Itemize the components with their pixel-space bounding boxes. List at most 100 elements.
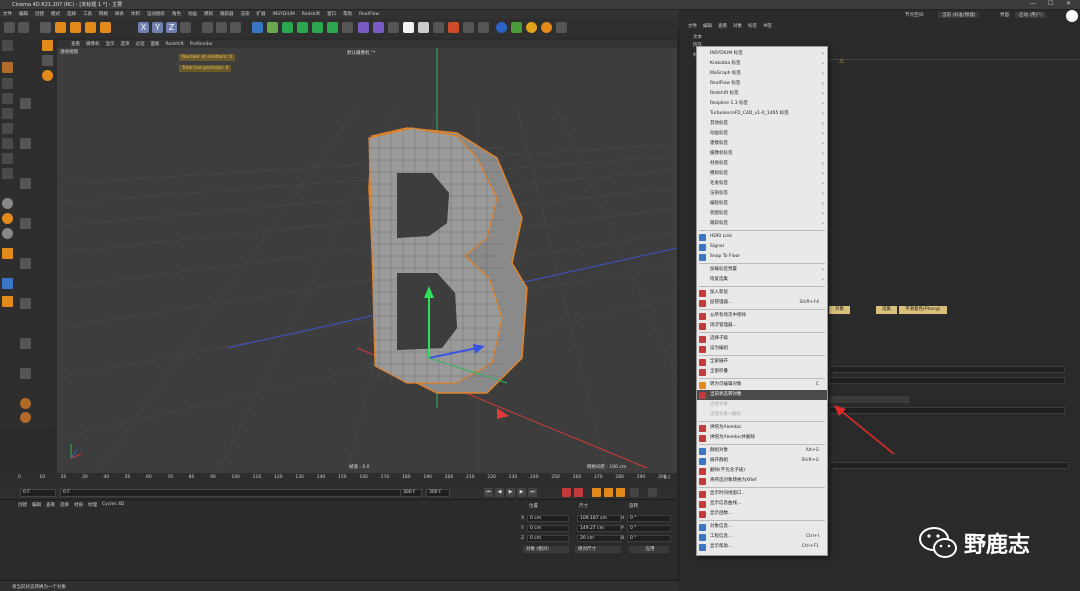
object-menu-item[interactable]: 书签 [763, 23, 772, 29]
tab-phong[interactable]: 平滑着色(Phong) [899, 306, 947, 314]
bulb-icon[interactable] [433, 22, 444, 33]
target-icon[interactable] [526, 22, 537, 33]
goto-end-icon[interactable]: ⏭ [528, 488, 537, 497]
live-select-icon[interactable] [40, 22, 51, 33]
make-editable-icon[interactable] [2, 40, 13, 51]
context-menu-item[interactable]: Respline 1.3 标签 › [697, 99, 827, 109]
x-axis-icon[interactable]: X [138, 22, 149, 33]
viewport-menu-item[interactable]: 显示 [106, 41, 115, 47]
tab-object[interactable]: 对象 [829, 306, 850, 314]
recent-tool-icon[interactable] [100, 22, 111, 33]
menu-item[interactable]: 运动图形 [147, 11, 165, 17]
attr-field-a[interactable] [829, 377, 1065, 384]
uv-mode-icon[interactable] [2, 153, 13, 164]
coord-mode-select[interactable]: 对象 (相对) [523, 546, 569, 553]
field-icon[interactable] [327, 22, 338, 33]
grid-c-icon[interactable] [20, 178, 31, 189]
edges-mode-icon[interactable] [2, 123, 13, 134]
context-menu-item[interactable]: 展开群组 Shift+G [697, 456, 827, 466]
menu-item[interactable]: 角色 [172, 11, 181, 17]
move-tool-icon[interactable] [42, 40, 53, 51]
pos-z-field[interactable]: 0 cm [527, 535, 569, 542]
prev-key-icon[interactable]: ◀ [495, 488, 504, 497]
menu-item[interactable]: RealFlow [359, 12, 379, 17]
minimize-button[interactable]: — [1030, 0, 1036, 7]
y-axis-icon[interactable]: Y [152, 22, 163, 33]
viewport-menu-item[interactable]: 摄像机 [86, 41, 100, 47]
material-menu-item[interactable]: 材质 [74, 502, 83, 508]
goto-start-icon[interactable]: ⏮ [484, 488, 493, 497]
start-frame-field[interactable]: 0 F [20, 489, 56, 497]
context-menu-item[interactable]: 加入新层 [697, 288, 827, 298]
menu-item[interactable]: 网格 [99, 11, 108, 17]
menu-item[interactable]: 创建 [35, 11, 44, 17]
menu-item[interactable]: 模式 [51, 11, 60, 17]
context-menu-item[interactable]: 将所选对象转换为XRef [697, 476, 827, 486]
pos-x-field[interactable]: 0 cm [527, 515, 569, 522]
maximize-button[interactable]: ☐ [1048, 0, 1053, 7]
lock-icon[interactable] [2, 278, 13, 289]
tab-selection[interactable]: 选集 [876, 306, 897, 314]
workplane-icon[interactable] [2, 93, 13, 104]
grid-d-icon[interactable] [20, 218, 31, 229]
context-menu-item[interactable]: 显示帮助... Ctrl+F1 [697, 542, 827, 552]
menu-item[interactable]: Redshift [302, 12, 320, 17]
key-rot-icon[interactable] [604, 488, 613, 497]
material-menu-item[interactable]: 创建 [18, 502, 27, 508]
menu-item[interactable]: 模拟 [204, 11, 213, 17]
rig-icon-a[interactable] [20, 398, 31, 409]
z-axis-icon[interactable]: Z [166, 22, 177, 33]
current-frame-field[interactable]: 0 F [60, 489, 420, 497]
key-param-icon[interactable] [630, 488, 639, 497]
object-menu-item[interactable]: 查看 [718, 23, 727, 29]
material-menu-item[interactable]: 选择 [60, 502, 69, 508]
texture-mode-icon[interactable] [2, 78, 13, 89]
render-view-icon[interactable] [202, 22, 213, 33]
menu-item[interactable]: 体积 [131, 11, 140, 17]
render-settings-icon[interactable] [230, 22, 241, 33]
context-menu-item[interactable]: 模拟标签 › [697, 169, 827, 179]
context-menu-item[interactable]: 装配标签 › [697, 209, 827, 219]
attr-dropdown-a[interactable] [829, 366, 1065, 373]
node-space-select[interactable]: 当前 (标准/物理) [938, 12, 980, 18]
context-menu-item[interactable]: 恢复选集 › [697, 275, 827, 285]
viewport-menu-item[interactable]: 选项 [121, 41, 130, 47]
context-menu-item[interactable]: Snap To Floor [697, 252, 827, 262]
viewport[interactable]: 透视视图 默认摄像机 °* Number of emitters: 0 Tota… [57, 48, 677, 473]
scene-icon[interactable] [342, 22, 353, 33]
size-x-field[interactable]: 109.187 cm [577, 515, 621, 522]
emitter-icon[interactable] [448, 22, 459, 33]
context-menu-item[interactable]: 渲染标签 › [697, 189, 827, 199]
key-scale-icon[interactable] [616, 488, 625, 497]
context-menu-item[interactable]: 材质标签 › [697, 159, 827, 169]
context-menu-item[interactable]: 显示信息曲线... [697, 499, 827, 509]
model-mode-icon[interactable] [2, 62, 13, 73]
attr-dropdown-b[interactable] [829, 462, 1069, 469]
grid-a-icon[interactable] [20, 98, 31, 109]
auto-key-icon[interactable] [574, 488, 583, 497]
viewport-menu-item[interactable]: 面板 [151, 41, 160, 47]
context-menu-item[interactable]: 烘焙为Alembic并删除 [697, 433, 827, 443]
scale-icon[interactable] [70, 22, 81, 33]
object-menu-item[interactable]: 文件 [688, 23, 697, 29]
viewport-menu-item[interactable]: Redshift [166, 42, 184, 47]
context-menu-item[interactable]: RealFlow 标签 › [697, 79, 827, 89]
paint-icon[interactable] [2, 248, 13, 259]
menu-item[interactable]: 文件 [3, 11, 12, 17]
grid-b-icon[interactable] [20, 138, 31, 149]
pos-y-field[interactable]: 0 cm [527, 525, 569, 532]
sky-icon[interactable] [403, 22, 414, 33]
menu-item[interactable]: 选择 [67, 11, 76, 17]
size-mode-select[interactable]: 绝对尺寸 [575, 546, 621, 553]
coordinate-system-icon[interactable] [180, 22, 191, 33]
context-menu-item[interactable]: 烘焙为Alembic [697, 423, 827, 433]
menu-item[interactable]: 样条 [115, 11, 124, 17]
material-menu-item[interactable]: Cycles 4D [102, 502, 124, 508]
snap-icon[interactable] [2, 198, 13, 209]
camera-icon[interactable] [358, 22, 369, 33]
context-menu-item[interactable]: 工程信息... Ctrl+I [697, 532, 827, 542]
context-menu-item[interactable]: 加载标签预置 › [697, 265, 827, 275]
context-menu-item[interactable]: 显示函数... [697, 509, 827, 519]
cloner-icon[interactable] [297, 22, 308, 33]
polygons-mode-icon[interactable] [2, 138, 13, 149]
